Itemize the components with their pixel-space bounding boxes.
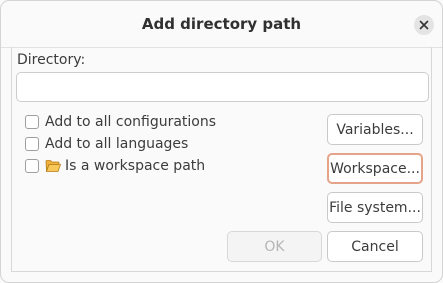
directory-label: Directory: <box>17 52 86 68</box>
folder-open-icon <box>45 160 61 172</box>
close-button[interactable] <box>414 15 434 35</box>
directory-input[interactable] <box>16 72 429 102</box>
ok-button[interactable]: OK <box>227 231 322 262</box>
dialog-title: Add directory path <box>141 15 302 33</box>
add-directory-path-dialog: Add directory path Directory: Add to all… <box>0 0 443 283</box>
titlebar: Add directory path <box>1 1 442 48</box>
file-system-button[interactable]: File system... <box>327 192 423 223</box>
workspace-button[interactable]: Workspace... <box>327 153 423 184</box>
add-to-all-languages-label: Add to all languages <box>45 136 189 152</box>
cancel-button[interactable]: Cancel <box>327 231 423 262</box>
add-to-all-languages-checkbox[interactable] <box>25 137 39 151</box>
add-to-all-configurations-option[interactable]: Add to all configurations <box>25 113 216 131</box>
workspace-path-checkbox[interactable] <box>25 159 39 173</box>
add-to-all-configurations-label: Add to all configurations <box>45 114 217 130</box>
workspace-path-label: Is a workspace path <box>65 158 206 174</box>
add-to-all-languages-option[interactable]: Add to all languages <box>25 135 188 153</box>
add-to-all-configurations-checkbox[interactable] <box>25 115 39 129</box>
variables-button[interactable]: Variables... <box>327 114 423 145</box>
close-icon <box>419 20 429 30</box>
workspace-path-option[interactable]: Is a workspace path <box>25 157 205 175</box>
